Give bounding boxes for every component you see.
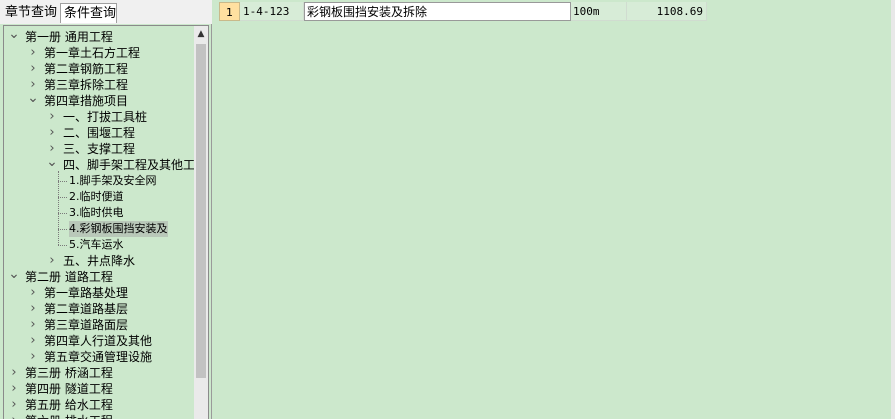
tree-node[interactable]: › 第二章道路基层 bbox=[4, 301, 192, 317]
tree-leaf-item[interactable]: 4.彩钢板围挡安装及 bbox=[4, 221, 192, 237]
tree-item-label: 第四章措施项目 bbox=[44, 94, 129, 108]
tree-item-label: 二、围堰工程 bbox=[63, 126, 136, 140]
tree-node[interactable]: › 第四章人行道及其他 bbox=[4, 333, 192, 349]
tree-item-label: 第三章拆除工程 bbox=[44, 78, 129, 92]
tree-item-label: 第一册 通用工程 bbox=[25, 30, 113, 44]
tree-node[interactable]: ⌄ 第一册 通用工程 bbox=[4, 27, 192, 45]
price-cell[interactable]: 1108.69 bbox=[627, 2, 707, 21]
chevron-right-icon[interactable]: › bbox=[46, 125, 58, 141]
chevron-right-icon[interactable]: › bbox=[27, 333, 39, 349]
tree-leaf-item[interactable]: 1.脚手架及安全网 bbox=[4, 173, 192, 189]
chevron-right-icon[interactable]: › bbox=[27, 301, 39, 317]
chevron-right-icon[interactable]: › bbox=[8, 381, 20, 397]
tree-item-label: 五、井点降水 bbox=[63, 254, 136, 268]
tree-connector bbox=[58, 245, 67, 246]
row-index-cell[interactable]: 1 bbox=[219, 2, 240, 21]
tree-node[interactable]: › 第一章土石方工程 bbox=[4, 45, 192, 61]
tree-node[interactable]: › 第三册 桥涵工程 bbox=[4, 365, 192, 381]
tree-item-label: 第一章路基处理 bbox=[44, 286, 129, 300]
unit-cell[interactable]: 100m bbox=[571, 2, 627, 21]
tree-node[interactable]: ⌄ 四、脚手架工程及其他工 bbox=[4, 155, 196, 173]
tree-connector bbox=[58, 213, 67, 214]
chevron-down-icon[interactable]: ⌄ bbox=[8, 267, 20, 285]
tree-item-label: 3.临时供电 bbox=[69, 206, 124, 219]
tree-node[interactable]: › 第六册 排水工程 bbox=[4, 413, 192, 419]
chevron-right-icon[interactable]: › bbox=[8, 397, 20, 413]
tree-node[interactable]: › 第一章路基处理 bbox=[4, 285, 192, 301]
quota-name-cell[interactable]: 彩钢板围挡安装及拆除 bbox=[304, 2, 571, 21]
tree-node[interactable]: › 二、围堰工程 bbox=[4, 125, 192, 141]
tree-scrollbar[interactable]: ▲ bbox=[194, 26, 208, 419]
chevron-right-icon[interactable]: › bbox=[27, 285, 39, 301]
tree-item-label: 5.汽车运水 bbox=[69, 238, 124, 251]
chevron-right-icon[interactable]: › bbox=[27, 45, 39, 61]
tree-item-label: 1.脚手架及安全网 bbox=[69, 174, 157, 187]
tree-item-label: 4.彩钢板围挡安装及 bbox=[69, 221, 168, 237]
tree-connector bbox=[58, 197, 67, 198]
tree-item-label: 第二章钢筋工程 bbox=[44, 62, 129, 76]
tree-item-label: 第四册 隧道工程 bbox=[25, 382, 113, 396]
tree-item-label: 第二册 道路工程 bbox=[25, 270, 113, 284]
tab-bar: 章节查询 条件查询 bbox=[0, 0, 212, 24]
tree-node[interactable]: › 第二章钢筋工程 bbox=[4, 61, 192, 77]
tree-node[interactable]: › 一、打拔工具桩 bbox=[4, 109, 192, 125]
chapter-tree: ⌄ 第一册 通用工程 › 第一章土石方工程 › 第二章钢筋工程 › 第三章拆除工程 ⌄ 第四章措施… bbox=[3, 25, 209, 419]
tree-leaf-item[interactable]: 5.汽车运水 bbox=[4, 237, 192, 253]
chevron-down-icon[interactable]: ⌄ bbox=[8, 27, 20, 45]
chevron-right-icon[interactable]: › bbox=[8, 413, 20, 419]
tree-item-label: 第六册 排水工程 bbox=[25, 413, 113, 419]
tree-node[interactable]: ⌄ 第四章措施项目 bbox=[4, 91, 192, 109]
tree-item-label: 第三章道路面层 bbox=[44, 318, 129, 332]
chevron-down-icon[interactable]: ⌄ bbox=[46, 155, 58, 173]
tree-item-label: 四、脚手架工程及其他工 bbox=[63, 158, 196, 172]
chevron-right-icon[interactable]: › bbox=[8, 365, 20, 381]
chevron-right-icon[interactable]: › bbox=[27, 349, 39, 365]
tree-item-label: 第一章土石方工程 bbox=[44, 46, 141, 60]
quota-code-cell[interactable]: 1-4-123 bbox=[240, 2, 304, 21]
tree-node[interactable]: › 五、井点降水 bbox=[4, 253, 192, 269]
tree-item-label: 2.临时便道 bbox=[69, 190, 124, 203]
tree-node[interactable]: › 第五章交通管理设施 bbox=[4, 349, 192, 365]
tree-item-label: 第五章交通管理设施 bbox=[44, 350, 153, 364]
tree-connector bbox=[58, 181, 67, 182]
chevron-right-icon[interactable]: › bbox=[46, 109, 58, 125]
tab-chapter-query[interactable]: 章节查询 bbox=[2, 3, 59, 23]
tree-leaf-item[interactable]: 3.临时供电 bbox=[4, 205, 192, 221]
tree-node[interactable]: › 第三章道路面层 bbox=[4, 317, 192, 333]
tree-connector bbox=[58, 171, 59, 245]
arrow-up-icon[interactable]: ▲ bbox=[194, 26, 208, 42]
chevron-down-icon[interactable]: ⌄ bbox=[27, 91, 39, 109]
tree-node[interactable]: › 第四册 隧道工程 bbox=[4, 381, 192, 397]
window-edge bbox=[891, 0, 895, 419]
tree-leaf-item[interactable]: 2.临时便道 bbox=[4, 189, 192, 205]
tree-node[interactable]: ⌄ 第二册 道路工程 bbox=[4, 267, 192, 285]
chevron-right-icon[interactable]: › bbox=[27, 61, 39, 77]
tab-condition-query[interactable]: 条件查询 bbox=[60, 3, 117, 23]
tree-item-label: 第三册 桥涵工程 bbox=[25, 366, 113, 380]
tree-item-label: 第二章道路基层 bbox=[44, 302, 129, 316]
scroll-thumb[interactable] bbox=[196, 44, 206, 378]
tree-item-label: 一、打拔工具桩 bbox=[63, 110, 148, 124]
tree-node[interactable]: › 第五册 给水工程 bbox=[4, 397, 192, 413]
tree-item-label: 第四章人行道及其他 bbox=[44, 334, 153, 348]
tree-item-label: 三、支撑工程 bbox=[63, 142, 136, 156]
chevron-right-icon[interactable]: › bbox=[27, 317, 39, 333]
chevron-right-icon[interactable]: › bbox=[46, 253, 58, 269]
left-panel: 章节查询 条件查询 ⌄ 第一册 通用工程 › 第一章土石方工程 › 第二章钢筋工程 › 第三章… bbox=[0, 0, 212, 419]
tree-connector bbox=[58, 229, 67, 230]
tree-node[interactable]: › 三、支撑工程 bbox=[4, 141, 192, 157]
tree-item-label: 第五册 给水工程 bbox=[25, 398, 113, 412]
